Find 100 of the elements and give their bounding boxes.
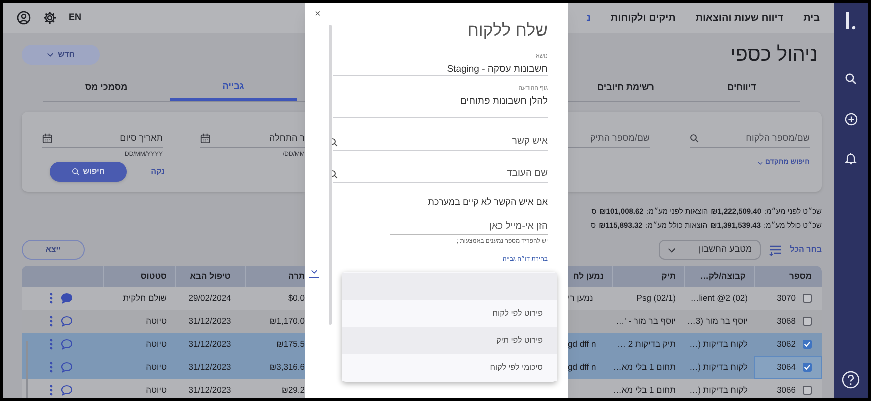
report-select[interactable] [309,270,319,278]
more-options-icon[interactable] [50,293,53,304]
table-cell: 31/12/2023 [188,338,232,351]
field-label: תאריך סיום [120,132,163,145]
employee-search-field[interactable]: שם העובד [333,167,548,183]
field-label: ר התחלה [270,132,305,144]
column-header: תרה [288,270,305,283]
dropdown-option[interactable]: פירוט לפי לקוח [342,300,557,327]
page-title: ניהול כספי [730,43,818,67]
placeholder-text: הזן אי-מייל כאן [490,220,548,234]
date-field[interactable]: ר התחלה [200,128,305,148]
placeholder-text: שם העובד [507,167,548,182]
dropdown-option[interactable]: פירוט לפי תיק [342,327,557,354]
table-cell: לקוח בדיקות (… [690,339,748,350]
table-cell: 3064 [777,361,796,374]
table-cell: יוסף בר מור (3… [687,316,748,326]
field-value: להלן חשבונות פתוחים [459,95,548,108]
search-icon [329,170,338,179]
dropdown-option[interactable]: סיכומי לפי לקוח [342,354,557,381]
placeholder-text: איש קשר [512,135,548,150]
language-button[interactable]: EN [69,11,82,25]
calendar-icon[interactable] [200,133,211,144]
search-icon [72,168,80,176]
table-cell: ₪29.2 [281,384,305,397]
more-options-icon[interactable] [50,362,53,373]
table-cell: טיוטה [146,362,167,372]
new-button[interactable]: חדש [22,45,100,65]
table-cell: gd dff n [568,361,596,374]
table-cell: 3070 [777,292,796,305]
field-value: חשבונות עסקה - Staging [446,63,548,76]
dialog-title: שלח ללקוח [466,21,548,41]
tab[interactable]: מסמכי מס [43,75,170,101]
table-cell: 31/12/2023 [188,384,232,397]
search-button[interactable]: חיפוש [50,162,128,182]
chevron-down-icon [47,53,54,57]
column-header: סטטוס [140,270,167,283]
help-icon[interactable] [842,371,860,389]
table-cell: ₪3,316.6 [269,361,305,374]
more-options-icon[interactable] [50,339,53,350]
table-cell: טיוטה [146,316,167,326]
table-cell: Psg (02/1) [636,293,676,304]
table-cell: טיוטה [146,339,167,350]
close-button[interactable]: × [315,7,321,22]
table-cell: נמען רי [568,292,594,305]
checkbox[interactable] [803,317,812,326]
table-cell: 3068 [777,315,796,328]
table-cell: 31/12/2023 [188,361,232,374]
table-cell: gd dff n [568,338,596,351]
add-circle-icon[interactable] [844,113,858,126]
table-cell: לקוח בדיקות (… [690,362,748,372]
currency-select[interactable]: מטבע החשבון [659,240,762,260]
contact-search-field[interactable]: איש קשר [333,135,548,151]
bell-icon[interactable] [845,152,857,165]
search-icon[interactable] [845,73,857,85]
placeholder-text: מטבע החשבון [698,243,752,256]
date-field[interactable]: תאריך סיום [42,128,163,148]
table-cell: 3066 [777,384,796,397]
nav-link[interactable]: נ [586,10,591,26]
comment-icon[interactable] [61,293,73,304]
comment-icon[interactable] [61,362,73,373]
nav-link[interactable]: בית [804,10,820,26]
table-cell: …lient @2 (02) [690,293,748,304]
table-cell: 3062 [777,338,796,351]
calendar-icon[interactable] [42,133,53,144]
table-cell: 31/12/2023 [188,315,232,328]
table-cell: 29/02/2024 [188,292,232,305]
nav-link[interactable]: תיקים ולקוחות [610,10,676,26]
checkbox[interactable] [803,294,812,303]
tab[interactable]: דיווחים [684,75,800,101]
column-header: מספר [790,270,812,283]
export-button[interactable]: ייצא [22,240,85,260]
table-cell: ₪1,170.0 [269,315,305,328]
table-cell: טיוטה [146,385,167,396]
checkbox[interactable] [803,386,812,395]
user-icon[interactable] [17,11,31,25]
search-field[interactable]: שם/מספר הלקוח [690,130,810,148]
more-options-icon[interactable] [50,316,53,327]
note-text: אם איש הקשר לא קיים במערכת [427,196,548,208]
settings-icon[interactable] [43,11,57,25]
comment-icon[interactable] [61,385,73,396]
table-cell: יוסף בר מור - '… [616,316,676,326]
chevron-down-icon [668,248,676,252]
filter-lines-icon[interactable] [769,244,782,256]
comment-icon[interactable] [61,339,73,350]
placeholder-text: שם/מספר התיק [590,132,650,145]
column-header: טיפול הבא [190,270,231,283]
more-options-icon[interactable] [50,385,53,396]
chevron-down-icon [758,162,764,165]
column-header: קבוצה/לק… [700,270,746,283]
email-field[interactable]: הזן אי-מייל כאן [390,220,548,235]
table-cell: תחום 1 בלי מא… [613,385,676,396]
tab[interactable]: רשימת חיובים [568,75,684,101]
table-cell: שולם חלקית [123,293,167,304]
table-cell: תחום 1 בלי מא… [613,362,676,372]
search-icon [690,134,699,143]
table-cell: $0.0 [288,292,305,305]
comment-icon[interactable] [61,316,73,327]
clear-link[interactable]: נקה [151,166,165,178]
placeholder-text: שם/מספר הלקוח [746,132,810,145]
nav-link[interactable]: דיווח שעות והוצאות [696,10,784,26]
